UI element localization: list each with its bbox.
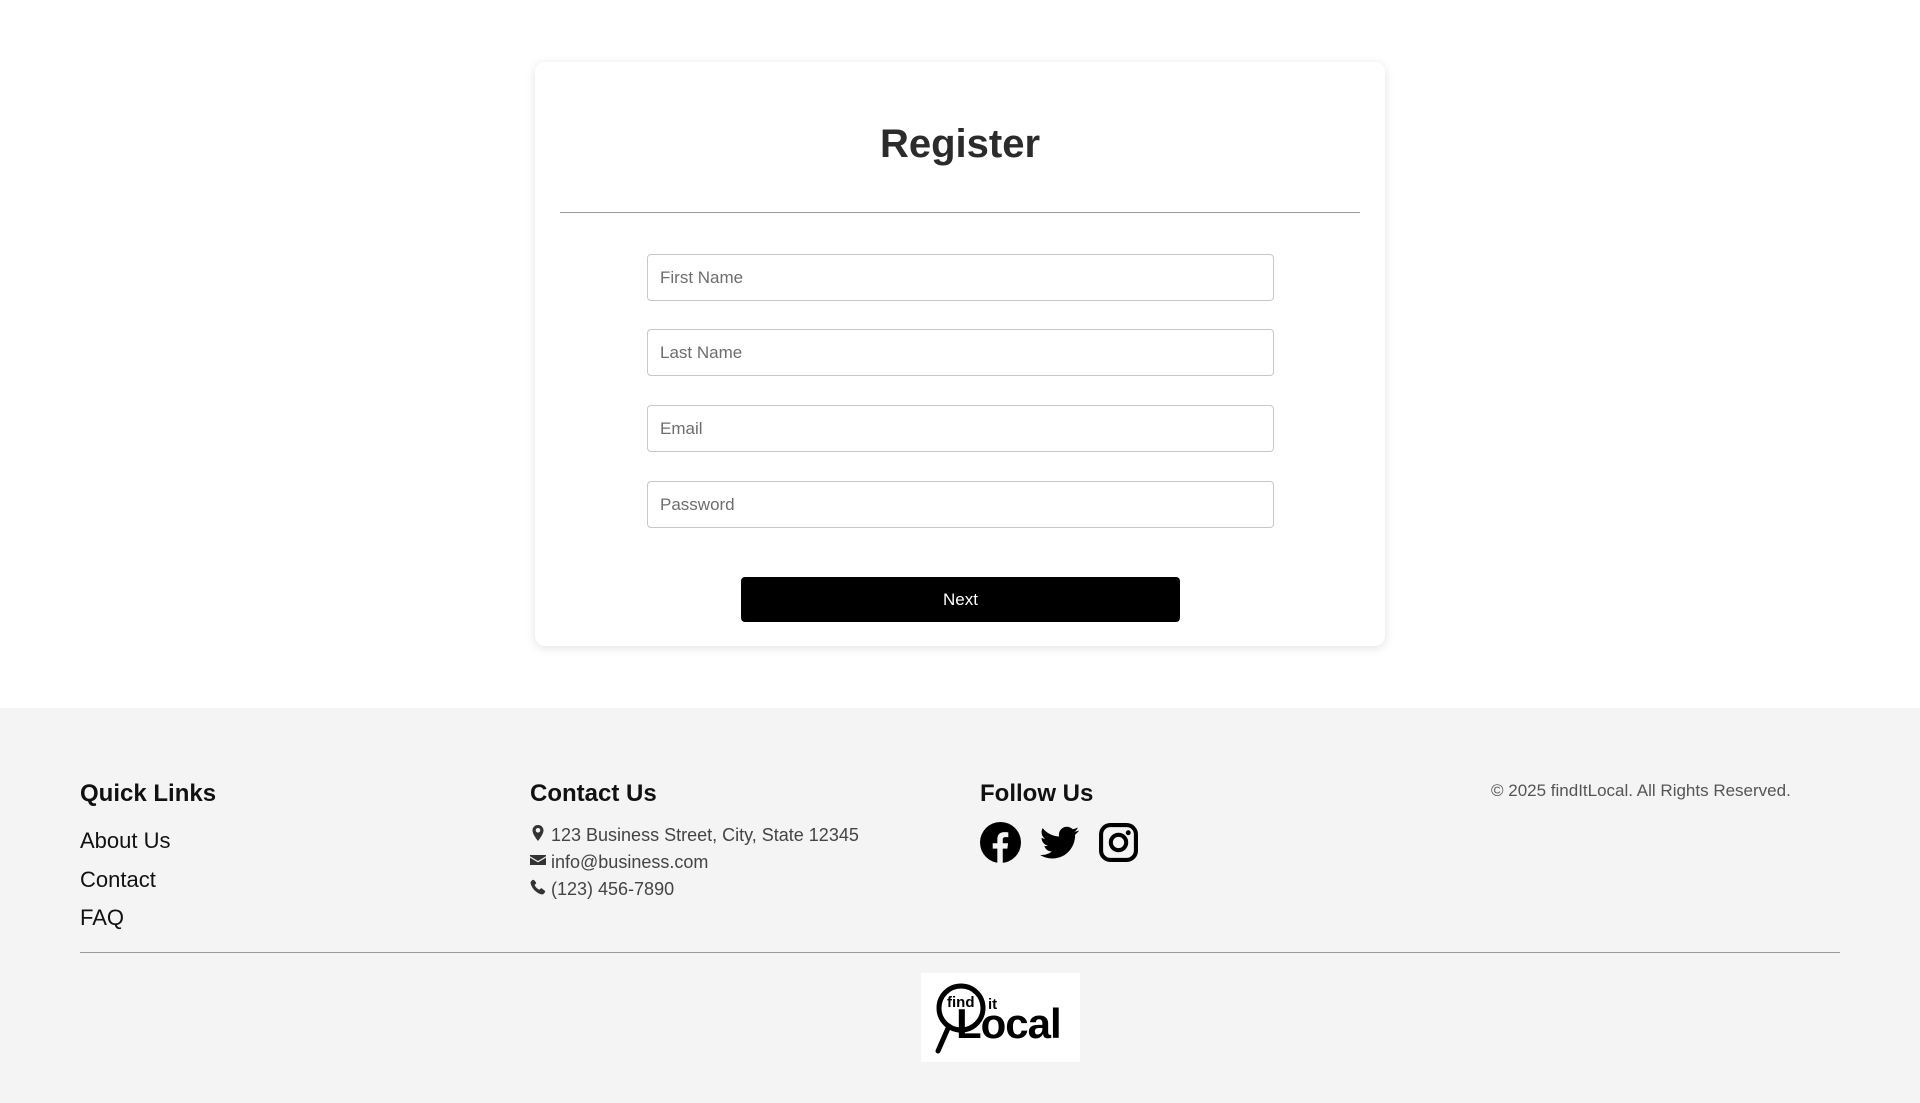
find-it-local-logo[interactable]: find it Local bbox=[921, 973, 1080, 1062]
social-links bbox=[980, 822, 1139, 863]
contact-address: 123 Business Street, City, State 12345 bbox=[551, 825, 859, 845]
email-field[interactable] bbox=[647, 405, 1274, 452]
contact-phone: (123) 456-7890 bbox=[551, 879, 675, 899]
footer-link-about-us[interactable]: About Us bbox=[80, 822, 216, 861]
instagram-icon[interactable] bbox=[1098, 822, 1139, 863]
quick-links-section: Quick Links About Us Contact FAQ bbox=[80, 780, 216, 938]
contact-email: info@business.com bbox=[551, 852, 709, 872]
copyright-text: © 2025 findItLocal. All Rights Reserved. bbox=[1491, 781, 1791, 800]
twitter-icon[interactable] bbox=[1039, 822, 1080, 863]
page-title: Register bbox=[879, 122, 1041, 166]
svg-text:Local: Local bbox=[956, 1000, 1061, 1047]
follow-heading: Follow Us bbox=[980, 780, 1094, 807]
contact-section: Contact Us 123 Business Street, City, St… bbox=[530, 780, 859, 903]
contact-heading: Contact Us bbox=[530, 780, 657, 807]
contact-email-row: info@business.com bbox=[530, 849, 859, 876]
next-button[interactable]: Next bbox=[741, 577, 1180, 622]
envelope-icon bbox=[530, 849, 546, 876]
footer-link-contact[interactable]: Contact bbox=[80, 861, 216, 900]
footer-link-faq[interactable]: FAQ bbox=[80, 899, 216, 938]
quick-links-heading: Quick Links bbox=[80, 780, 217, 807]
title-divider bbox=[560, 212, 1360, 213]
footer-divider bbox=[80, 952, 1840, 953]
phone-icon bbox=[530, 876, 546, 903]
footer: Quick Links About Us Contact FAQ Contact… bbox=[0, 708, 1920, 1103]
map-marker-icon bbox=[530, 822, 546, 849]
register-card: Register Next bbox=[535, 62, 1385, 646]
main-content: Register Next bbox=[0, 0, 1920, 708]
first-name-field[interactable] bbox=[647, 254, 1274, 301]
last-name-field[interactable] bbox=[647, 329, 1274, 376]
contact-address-row: 123 Business Street, City, State 12345 bbox=[530, 822, 859, 849]
facebook-icon[interactable] bbox=[980, 822, 1021, 863]
password-field[interactable] bbox=[647, 481, 1274, 528]
contact-phone-row: (123) 456-7890 bbox=[530, 876, 859, 903]
follow-section: Follow Us bbox=[980, 780, 1139, 863]
